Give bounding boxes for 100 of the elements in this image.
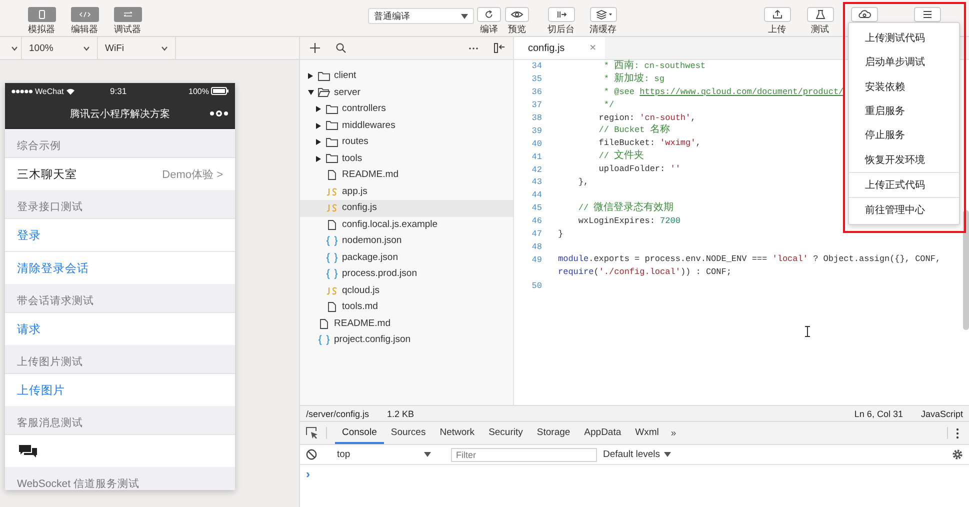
list-row[interactable]: 上传图片 [5,373,235,406]
file-tree-item[interactable]: server [300,84,513,101]
file-tree-item[interactable]: process.prod.json [300,266,513,282]
file-icon [326,220,338,230]
file-icon [326,170,338,180]
file-tree-item[interactable]: README.md [300,167,513,184]
menu-item[interactable]: 上传测试代码 [849,26,959,50]
file-tree-item[interactable]: tools.md [300,299,513,316]
language-label: JavaScript [920,408,963,418]
devtools-tab[interactable]: Storage [530,422,578,444]
code-line: fileBucket: 'wximg', [598,137,701,150]
filter-field[interactable]: Filter [451,448,597,462]
clear-console-icon[interactable] [306,449,317,460]
text-cursor-icon [805,326,810,337]
console-prompt[interactable]: › [306,467,310,481]
list-row[interactable]: 登录 [5,218,235,251]
devtools-tab[interactable]: Wxml [628,422,666,444]
search-icon[interactable] [336,43,346,53]
menu-item[interactable]: 停止服务 [849,123,959,148]
line-number: 42 [530,164,542,175]
devtools-tab[interactable]: Sources [384,422,433,444]
toolbar-button[interactable]: 切后台 [541,7,581,35]
page-title: 腾讯云小程序解决方案 [70,108,170,120]
more-icon[interactable] [209,110,229,117]
phone-icon [28,7,56,22]
file-tree-item[interactable]: controllers [300,101,513,118]
editor-tab[interactable]: config.js × [514,37,605,59]
menu-item[interactable]: 启动单步调试 [849,50,959,75]
caret-icon [83,46,90,50]
network-select[interactable]: WiFi [98,37,176,59]
file-tree-item[interactable]: client [300,68,513,84]
code-line: // Bucket 名称 [598,124,670,138]
levels-select[interactable]: Default levels [603,449,672,460]
toolbar-button[interactable]: 上传 [757,7,797,35]
file-tree-item[interactable]: package.json [300,250,513,266]
zoom-select[interactable]: 100% [22,37,98,59]
toolbar-button[interactable]: 测试 [800,7,840,35]
file-tree-item[interactable]: README.md [300,316,513,332]
toolbar-button[interactable]: 清缓存 [583,7,623,35]
inspect-icon[interactable] [306,427,318,439]
file-tree-item[interactable]: nodemon.json [300,233,513,250]
menu-item[interactable]: 恢复开发环境 [849,147,959,172]
line-number: 40 [530,138,542,149]
devtools-tab[interactable]: AppData [577,422,628,444]
file-tree-item[interactable]: routes [300,134,513,150]
file-tree-item[interactable]: config.js [300,200,513,216]
menu-item[interactable]: 前往管理中心 [849,198,959,222]
compile-mode-select[interactable]: 普通编译 [368,8,474,24]
toolbar-button[interactable] [914,7,941,22]
more-icon[interactable] [469,46,478,50]
toolbar-button[interactable]: 模拟器 [20,7,63,35]
file-path: /server/config.js [306,408,370,418]
devtools-tab[interactable]: Security [482,422,530,444]
code-line: region: 'cn-south', [598,112,696,124]
file-tree-item[interactable]: tools [300,150,513,167]
file-tree-item[interactable]: qcloud.js [300,282,513,299]
section-header: 带会话请求测试 [16,294,95,309]
file-tree-item[interactable]: project.config.json [300,332,513,348]
file-tree-item[interactable]: app.js [300,184,513,200]
braces-icon [318,335,330,346]
code-line: // 微信登录态有效期 [577,202,674,215]
refresh-icon [477,7,501,22]
close-button[interactable]: × [590,42,596,54]
plus-icon[interactable] [310,43,320,53]
menu-item[interactable]: 重启服务 [849,98,959,124]
scrollbar-thumb[interactable] [963,210,969,330]
context-select[interactable]: top [334,449,434,460]
list-row[interactable]: 请求 [5,312,235,345]
collapse-panel-icon[interactable] [494,43,505,53]
more-tabs-button[interactable]: » [666,422,682,444]
line-number: 38 [530,113,542,123]
toolbar-button[interactable] [851,7,878,22]
section-header: 客服消息测试 [16,416,84,431]
settings-icon[interactable] [952,449,963,460]
menu-item[interactable]: 安装依赖 [849,74,959,99]
toolbar-button[interactable]: 编译 [474,7,504,35]
folder-icon [326,154,338,164]
section-header: WebSocket 信道服务测试 [16,477,140,490]
battery-icon [211,87,229,95]
devtools-tab[interactable]: Console [335,422,384,444]
toolbar-button[interactable]: 预览 [504,7,530,35]
braces-icon [326,252,338,263]
line-number: 37 [530,100,542,110]
kebab-icon[interactable] [956,428,959,438]
file-icon [318,318,330,329]
code-line: // 文件夹 [598,150,644,164]
file-tree-item[interactable]: config.local.js.example [300,216,513,233]
arrows-icon [114,7,142,22]
devtools-tab[interactable]: Network [432,422,482,444]
list-row[interactable]: 三木聊天室 Demo体验 > [5,157,235,190]
code-line: * 新加坡: sg [602,72,665,86]
braces-icon [326,236,338,246]
toolbar-button[interactable]: 编辑器 [63,7,106,35]
caret-icon [424,452,431,457]
line-number: 48 [530,242,542,252]
code-line: module.exports = process.env.NODE_ENV === 'local' ? Object.assign({}, CONF, [558,253,941,266]
file-tree-item[interactable]: middlewares [300,118,513,134]
menu-item[interactable]: 上传正式代码 [849,172,959,198]
toolbar-button[interactable]: 调试器 [106,7,149,35]
caret-icon [11,46,18,50]
